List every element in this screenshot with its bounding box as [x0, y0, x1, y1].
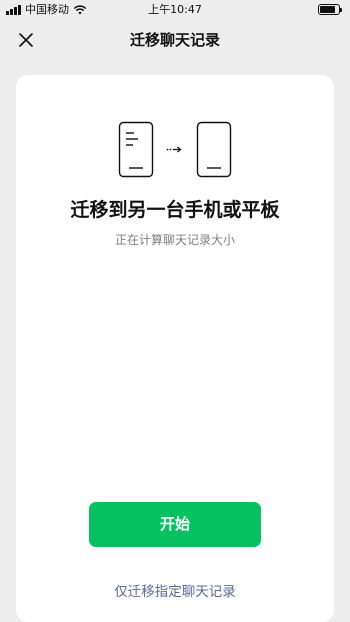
status-bar: 中国移动 上午10:47 — [0, 0, 350, 20]
arrow-right-icon — [166, 146, 182, 153]
start-button[interactable]: 开始 — [89, 502, 261, 547]
nav-bar: 迁移聊天记录 — [0, 20, 350, 60]
migrate-card: 迁移到另一台手机或平板 正在计算聊天记录大小 开始 仅迁移指定聊天记录 — [16, 75, 334, 622]
phone-icon — [196, 121, 232, 178]
select-chats-link[interactable]: 仅迁移指定聊天记录 — [16, 583, 334, 601]
migrate-title: 迁移到另一台手机或平板 — [70, 199, 280, 221]
migration-illustration — [118, 121, 232, 178]
status-text: 正在计算聊天记录大小 — [114, 233, 235, 247]
migrate-chat-screen: 中国移动 上午10:47 迁移聊天记录 迁移到另一台手机或平板 正在计算聊天记录… — [0, 0, 350, 622]
battery-icon — [318, 4, 342, 15]
phone-icon — [118, 121, 154, 178]
status-time: 上午10:47 — [148, 3, 202, 16]
battery-level — [320, 6, 336, 13]
page-title: 迁移聊天记录 — [129, 31, 220, 49]
